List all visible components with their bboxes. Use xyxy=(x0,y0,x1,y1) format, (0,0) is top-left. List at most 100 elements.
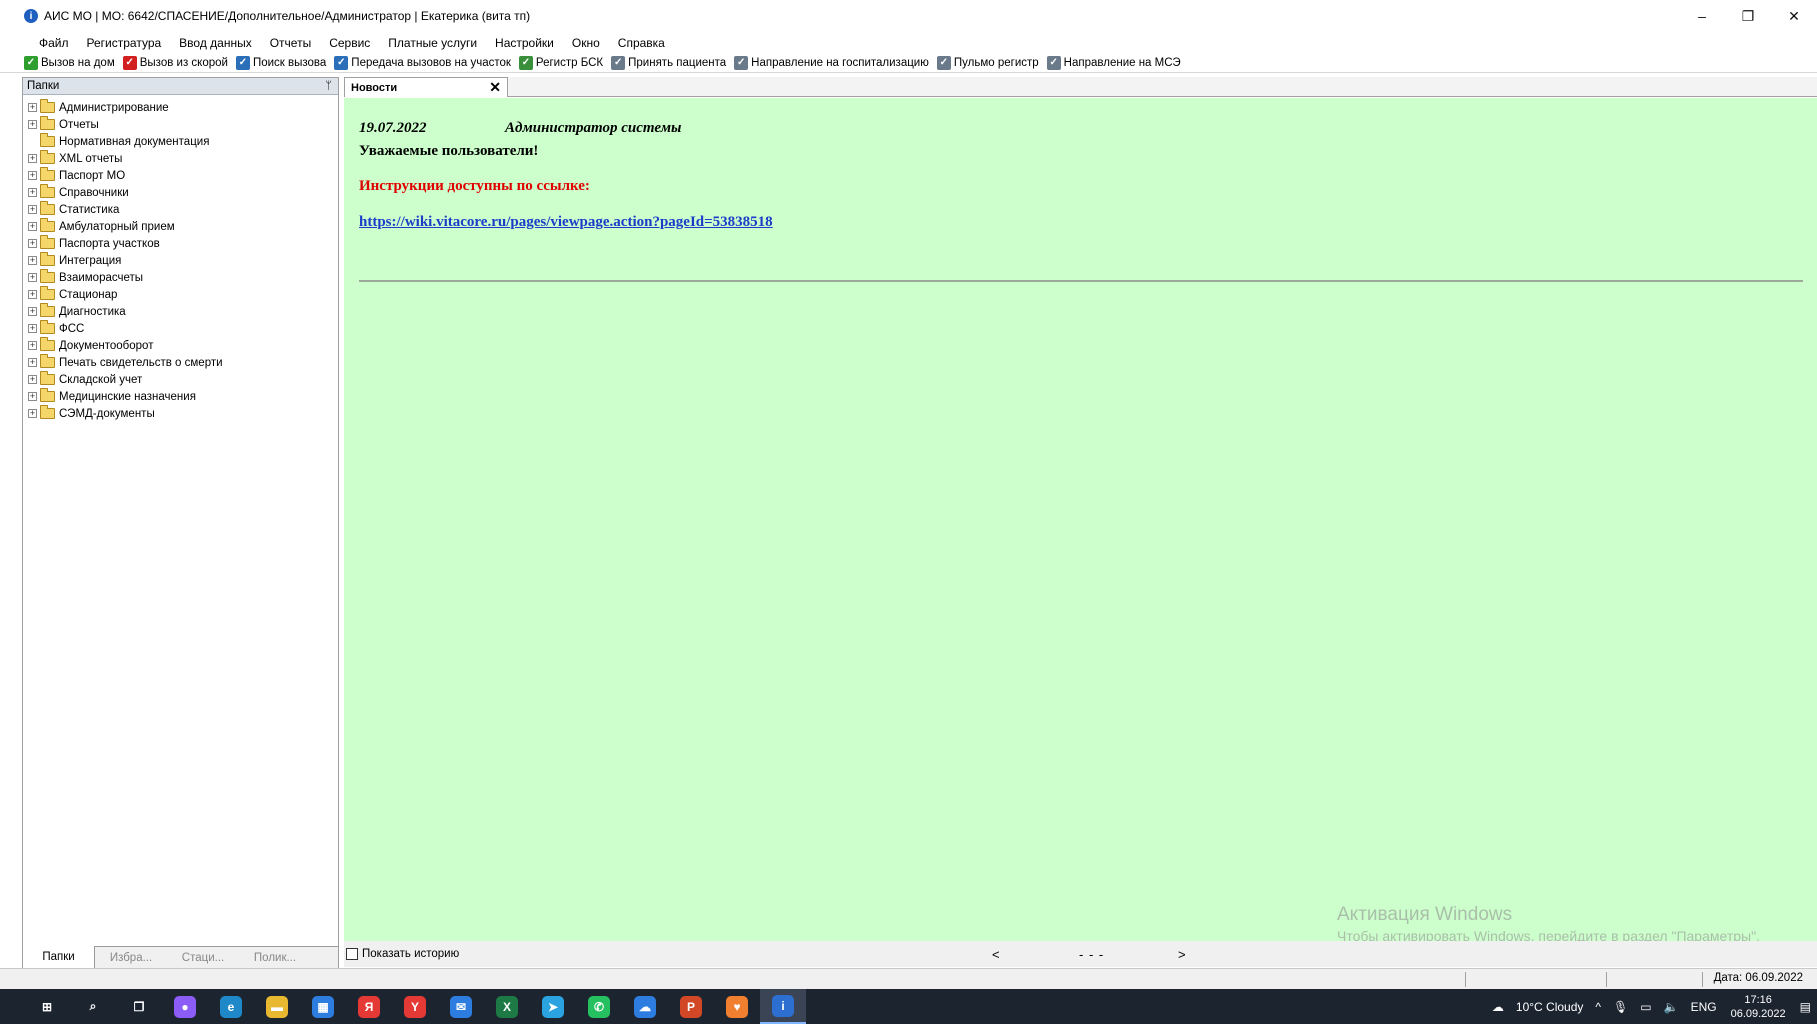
menu-registry[interactable]: Регистратура xyxy=(78,36,171,50)
expand-icon[interactable]: + xyxy=(28,171,37,180)
show-history-label[interactable]: Показать историю xyxy=(362,948,459,960)
tree-item[interactable]: + Диагностика xyxy=(23,303,338,320)
tray-chevron-icon[interactable]: ^ xyxy=(1595,1000,1601,1014)
expand-icon[interactable]: + xyxy=(28,256,37,265)
taskbar-app[interactable]: ● xyxy=(162,989,208,1024)
expand-icon[interactable]: + xyxy=(28,103,37,112)
taskbar-app[interactable]: ▬ xyxy=(254,989,300,1024)
taskbar-app[interactable]: P xyxy=(668,989,714,1024)
toolbar-button-1[interactable]: ✓ Вызов из скорой xyxy=(122,55,228,70)
toolbar-button-8[interactable]: ✓ Направление на МСЭ xyxy=(1046,55,1181,70)
notifications-icon[interactable]: ▤ xyxy=(1800,1000,1811,1014)
tree-item[interactable]: + Печать свидетельств о смерти xyxy=(23,354,338,371)
taskbar-app[interactable]: ▦ xyxy=(300,989,346,1024)
taskbar-app[interactable]: ♥ xyxy=(714,989,760,1024)
tree-item[interactable]: + Статистика xyxy=(23,201,338,218)
taskbar-app[interactable]: Я xyxy=(346,989,392,1024)
tree-item[interactable]: + Взаиморасчеты xyxy=(23,269,338,286)
expand-icon[interactable]: + xyxy=(28,188,37,197)
expand-icon[interactable]: + xyxy=(28,324,37,333)
tree-item[interactable]: + Администрирование xyxy=(23,99,338,116)
menu-window[interactable]: Окно xyxy=(563,36,609,50)
pin-icon[interactable]: ᛘ xyxy=(325,80,332,92)
menu-help[interactable]: Справка xyxy=(609,36,674,50)
expand-icon[interactable]: + xyxy=(28,239,37,248)
toolbar-button-5[interactable]: ✓ Принять пациента xyxy=(611,55,726,70)
expand-icon[interactable]: + xyxy=(28,392,37,401)
taskbar-app[interactable]: ✉ xyxy=(438,989,484,1024)
tree-item[interactable]: + Амбулаторный прием xyxy=(23,218,338,235)
weather-text[interactable]: 10°C Cloudy xyxy=(1516,1000,1584,1014)
tree-item[interactable]: + Медицинские назначения xyxy=(23,388,338,405)
expand-icon[interactable]: + xyxy=(28,222,37,231)
prev-news-button[interactable]: < xyxy=(992,947,1000,962)
menu-settings[interactable]: Настройки xyxy=(486,36,563,50)
minimize-button[interactable]: – xyxy=(1679,0,1725,32)
expand-icon[interactable]: + xyxy=(28,341,37,350)
taskbar-app[interactable]: Y xyxy=(392,989,438,1024)
tree-item[interactable]: + Отчеты xyxy=(23,116,338,133)
taskbar-app[interactable]: ➤ xyxy=(530,989,576,1024)
tree-item[interactable]: + Паспорт МО xyxy=(23,167,338,184)
tree-item[interactable]: + Интеграция xyxy=(23,252,338,269)
tab-folders[interactable]: Папки xyxy=(23,946,95,968)
expand-icon[interactable]: + xyxy=(28,307,37,316)
tree-item[interactable]: + Стационар xyxy=(23,286,338,303)
tab-hospital[interactable]: Стаци... xyxy=(167,947,239,968)
tree-item[interactable]: + Паспорта участков xyxy=(23,235,338,252)
title-bar: i АИС МО | МО: 6642/СПАСЕНИЕ/Дополнитель… xyxy=(0,0,1817,32)
menu-reports[interactable]: Отчеты xyxy=(261,36,320,50)
taskbar-app[interactable]: i xyxy=(760,989,806,1024)
microphone-icon[interactable]: 🎙 xyxy=(1613,1000,1628,1014)
expand-icon[interactable]: + xyxy=(28,290,37,299)
menu-paid-services[interactable]: Платные услуги xyxy=(379,36,486,50)
tab-news[interactable]: Новости ✕ xyxy=(344,77,508,97)
taskbar-app[interactable]: X xyxy=(484,989,530,1024)
expand-icon[interactable]: + xyxy=(28,375,37,384)
close-button[interactable]: ✕ xyxy=(1771,0,1817,32)
menu-data-entry[interactable]: Ввод данных xyxy=(170,36,261,50)
restore-button[interactable]: ❐ xyxy=(1725,0,1771,32)
tree-item-label: Складской учет xyxy=(59,373,143,386)
clock[interactable]: 17:16 06.09.2022 xyxy=(1731,993,1786,1021)
toolbar-button-4[interactable]: ✓ Регистр БСК xyxy=(518,55,603,70)
taskbar-app[interactable]: ⌕ xyxy=(70,989,116,1024)
tab-polyclinic[interactable]: Полик... xyxy=(239,947,311,968)
language-indicator[interactable]: ENG xyxy=(1691,1000,1717,1014)
expand-icon[interactable]: + xyxy=(28,358,37,367)
tree-item-label: Медицинские назначения xyxy=(59,390,196,403)
show-history-checkbox[interactable] xyxy=(346,948,358,960)
taskbar-app[interactable]: e xyxy=(208,989,254,1024)
next-news-button[interactable]: > xyxy=(1178,947,1186,962)
tree-item[interactable]: + ФСС xyxy=(23,320,338,337)
expand-icon[interactable]: + xyxy=(28,205,37,214)
menu-file[interactable]: Файл xyxy=(30,36,78,50)
weather-icon[interactable]: ☁ xyxy=(1492,1000,1504,1014)
wiki-link[interactable]: https://wiki.vitacore.ru/pages/viewpage.… xyxy=(359,214,773,231)
toolbar-button-6[interactable]: ✓ Направление на госпитализацию xyxy=(734,55,929,70)
taskbar-app[interactable]: ⊞ xyxy=(24,989,70,1024)
network-icon[interactable]: ▭ xyxy=(1640,1000,1651,1014)
expand-icon[interactable]: + xyxy=(28,409,37,418)
tab-favorites[interactable]: Избра... xyxy=(95,947,167,968)
volume-icon[interactable]: 🔈 xyxy=(1664,1000,1679,1014)
expand-icon[interactable]: + xyxy=(28,154,37,163)
toolbar-button-3[interactable]: ✓ Передача вызовов на участок xyxy=(334,55,511,70)
window-title: АИС МО | МО: 6642/СПАСЕНИЕ/Дополнительно… xyxy=(44,9,531,23)
tree-item[interactable]: + Справочники xyxy=(23,184,338,201)
toolbar-button-7[interactable]: ✓ Пульмо регистр xyxy=(936,55,1039,70)
taskbar-app[interactable]: ❐ xyxy=(116,989,162,1024)
toolbar-button-0[interactable]: ✓ Вызов на дом xyxy=(24,55,115,70)
tree-item[interactable]: + Складской учет xyxy=(23,371,338,388)
tree-item[interactable]: + XML отчеты xyxy=(23,150,338,167)
menu-service[interactable]: Сервис xyxy=(320,36,379,50)
toolbar-button-2[interactable]: ✓ Поиск вызова xyxy=(235,55,326,70)
tree-item[interactable]: + СЭМД-документы xyxy=(23,405,338,422)
close-tab-icon[interactable]: ✕ xyxy=(489,79,501,96)
tree-item[interactable]: Нормативная документация xyxy=(23,133,338,150)
expand-icon[interactable]: + xyxy=(28,273,37,282)
tree-item[interactable]: + Документооборот xyxy=(23,337,338,354)
expand-icon[interactable]: + xyxy=(28,120,37,129)
taskbar-app[interactable]: ☁ xyxy=(622,989,668,1024)
taskbar-app[interactable]: ✆ xyxy=(576,989,622,1024)
